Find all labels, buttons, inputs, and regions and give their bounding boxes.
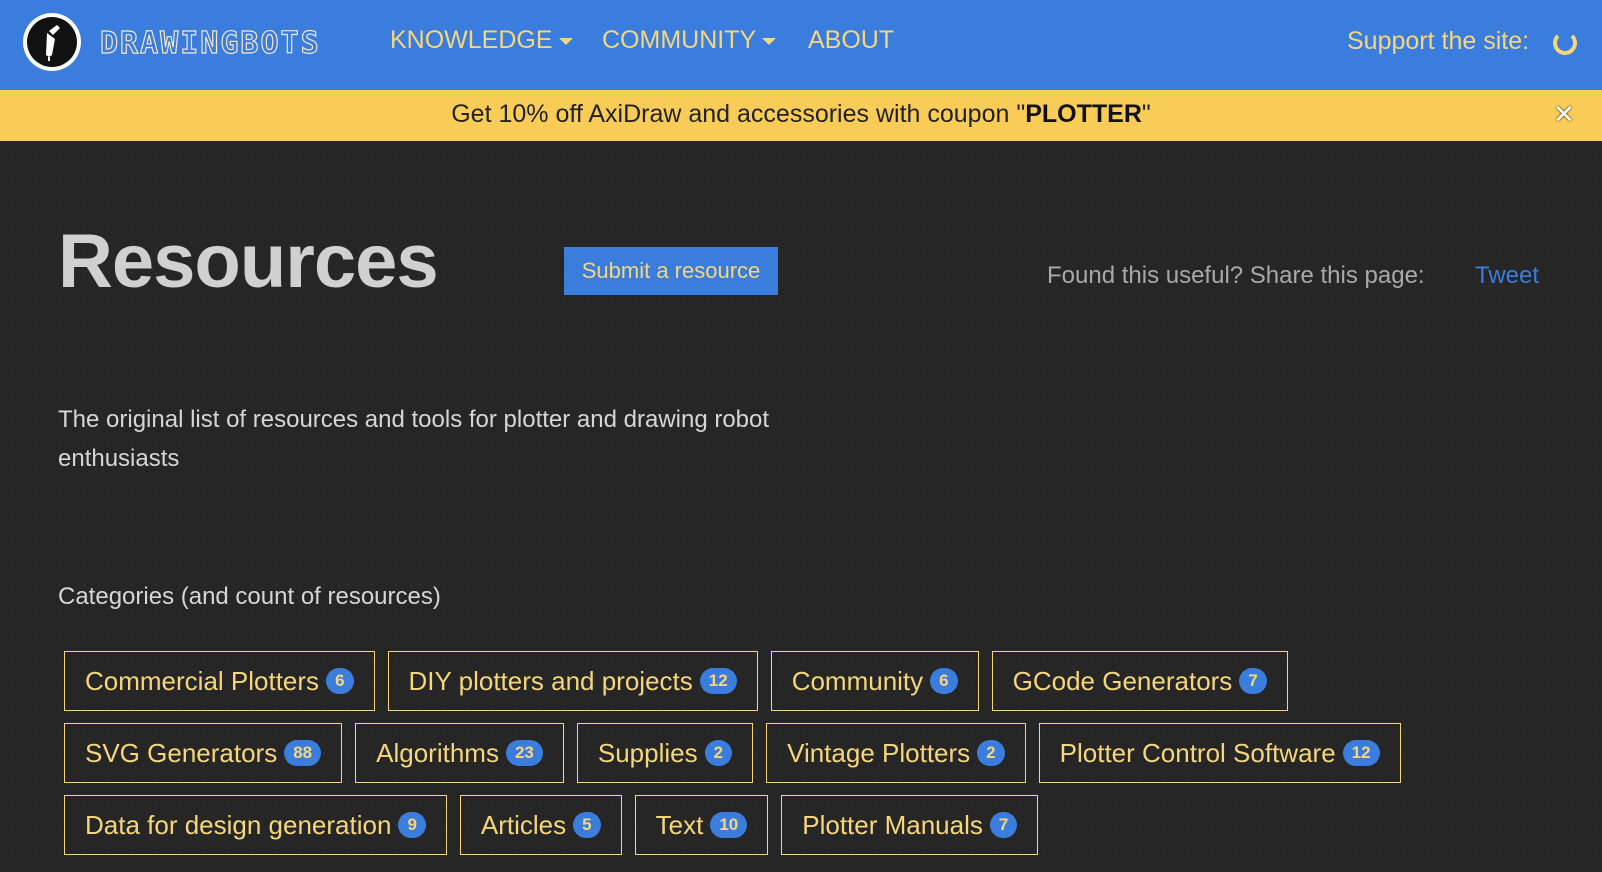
category-label: Supplies xyxy=(597,737,698,768)
category-label: Vintage Plotters xyxy=(787,737,971,768)
category-svg-generators[interactable]: SVG Generators 88 xyxy=(64,723,343,783)
count-badge: 9 xyxy=(398,812,426,838)
category-label: Data for design generation xyxy=(85,809,392,840)
category-label: Community xyxy=(791,665,924,696)
count-badge: 10 xyxy=(710,812,748,838)
nav-community-label: COMMUNITY xyxy=(602,26,757,54)
promo-text-before: Get 10% off AxiDraw and accessories with… xyxy=(451,100,1026,128)
promo-banner: Get 10% off AxiDraw and accessories with… xyxy=(0,90,1602,141)
top-navbar: DRAWINGBOTS KNOWLEDGE COMMUNITY ABOUT Su… xyxy=(0,0,1602,90)
category-label: Commercial Plotters xyxy=(85,665,320,696)
nav-about[interactable]: ABOUT xyxy=(808,26,894,55)
support-label: Support the site: xyxy=(1347,27,1530,55)
category-label: SVG Generators xyxy=(85,737,278,768)
category-vintage-plotters[interactable]: Vintage Plotters 2 xyxy=(766,723,1026,783)
nav-community[interactable]: COMMUNITY xyxy=(602,26,777,55)
chevron-down-icon xyxy=(558,37,573,45)
page-intro: The original list of resources and tools… xyxy=(58,406,770,472)
category-row: SVG Generators 88 Algorithms 23 Supplies 2 … xyxy=(64,723,1414,783)
promo-text-after: " xyxy=(1141,100,1151,128)
count-badge: 12 xyxy=(699,668,737,694)
count-badge: 6 xyxy=(930,668,958,694)
count-badge: 5 xyxy=(573,812,601,838)
category-label: Text xyxy=(655,809,704,840)
category-community[interactable]: Community 6 xyxy=(770,651,979,711)
category-commercial-plotters[interactable]: Commercial Plotters 6 xyxy=(64,651,375,711)
category-row: Commercial Plotters 6 DIY plotters and pr… xyxy=(64,651,1301,711)
category-gcode-generators[interactable]: GCode Generators 7 xyxy=(991,651,1288,711)
submit-resource-button[interactable]: Submit a resource xyxy=(564,247,778,295)
close-icon[interactable]: ✕ xyxy=(1553,102,1575,128)
count-badge: 88 xyxy=(284,740,322,766)
count-badge: 23 xyxy=(505,740,543,766)
category-label: Algorithms xyxy=(376,737,499,768)
count-badge: 2 xyxy=(977,740,1005,766)
site-logo[interactable] xyxy=(23,13,81,71)
category-label: GCode Generators xyxy=(1012,665,1233,696)
count-badge: 7 xyxy=(989,812,1018,838)
promo-banner-text: Get 10% off AxiDraw and accessories with… xyxy=(0,100,1602,129)
category-label: Articles xyxy=(480,809,567,840)
category-plotter-control-software[interactable]: Plotter Control Software 12 xyxy=(1038,723,1401,783)
category-label: Plotter Manuals xyxy=(802,809,983,840)
count-badge: 12 xyxy=(1342,740,1380,766)
tweet-link[interactable]: Tweet xyxy=(1475,262,1539,290)
category-articles[interactable]: Articles 5 xyxy=(459,795,622,855)
coffee-cup-icon[interactable] xyxy=(1553,31,1577,55)
category-data-for-design[interactable]: Data for design generation 9 xyxy=(64,795,447,855)
coupon-code: PLOTTER xyxy=(1025,100,1142,128)
share-prompt: Found this useful? Share this page: xyxy=(1047,262,1425,289)
count-badge: 2 xyxy=(704,740,733,766)
count-badge: 7 xyxy=(1239,668,1267,694)
pen-plotter-logo-icon xyxy=(27,17,77,67)
category-label: DIY plotters and projects xyxy=(408,665,693,696)
nav-knowledge-label: KNOWLEDGE xyxy=(390,26,553,54)
category-algorithms[interactable]: Algorithms 23 xyxy=(355,723,564,783)
categories-heading: Categories (and count of resources) xyxy=(58,583,441,610)
nav-knowledge[interactable]: KNOWLEDGE xyxy=(390,26,573,55)
category-label: Plotter Control Software xyxy=(1059,737,1336,768)
category-supplies[interactable]: Supplies 2 xyxy=(576,723,754,783)
count-badge: 6 xyxy=(326,668,354,694)
category-diy-plotters[interactable]: DIY plotters and projects 12 xyxy=(387,651,758,711)
nav-about-label: ABOUT xyxy=(808,26,895,54)
page-title: Resources xyxy=(58,219,439,304)
chevron-down-icon xyxy=(762,37,777,45)
site-brand-name[interactable]: DRAWINGBOTS xyxy=(99,25,321,61)
category-plotter-manuals[interactable]: Plotter Manuals 7 xyxy=(781,795,1039,855)
category-row: Data for design generation 9 Articles 5 Te… xyxy=(64,795,1051,855)
category-text[interactable]: Text 10 xyxy=(634,795,769,855)
